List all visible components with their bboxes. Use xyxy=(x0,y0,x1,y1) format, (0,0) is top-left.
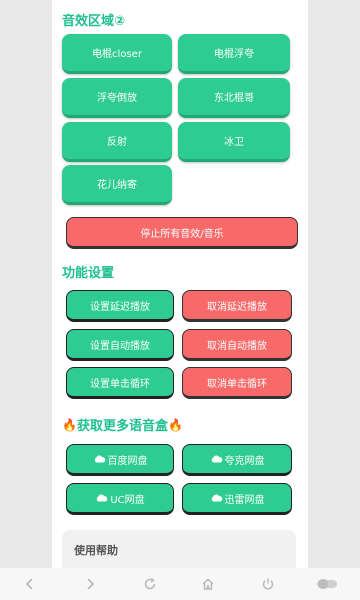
home-icon[interactable] xyxy=(200,576,216,592)
uc-disk-button[interactable]: UC网盘 xyxy=(66,483,174,515)
cancel-auto-play-button[interactable]: 取消自动播放 xyxy=(182,329,292,361)
baidu-disk-label: 百度网盘 xyxy=(107,455,148,467)
cancel-delay-play-button[interactable]: 取消延迟播放 xyxy=(182,290,292,322)
bottom-nav-bar xyxy=(0,568,360,600)
effect-button-huaernaji[interactable]: 花儿纳寄 xyxy=(62,165,172,205)
quark-disk-label: 夸克网盘 xyxy=(224,455,265,467)
uc-disk-label: UC网盘 xyxy=(110,494,145,506)
cancel-click-loop-button[interactable]: 取消单击循环 xyxy=(182,367,292,399)
cloud-icon xyxy=(97,494,108,502)
effect-button-diangunfukua[interactable]: 电棍浮夸 xyxy=(178,34,290,74)
effect-button-fukuadaofang[interactable]: 浮夸倒放 xyxy=(62,78,172,118)
help-card[interactable]: 使用帮助 xyxy=(62,530,296,568)
quark-disk-button[interactable]: 夸克网盘 xyxy=(182,444,292,476)
fire-icon: 🔥 xyxy=(62,417,77,432)
forward-icon[interactable] xyxy=(82,576,98,592)
power-icon[interactable] xyxy=(260,576,276,592)
more-title-text: 获取更多语音盒 xyxy=(76,419,168,434)
fire-icon: 🔥 xyxy=(167,417,183,432)
back-icon[interactable] xyxy=(22,576,38,592)
refresh-icon[interactable] xyxy=(142,576,158,592)
toggle-icon[interactable] xyxy=(316,576,338,592)
baidu-disk-button[interactable]: 百度网盘 xyxy=(66,444,174,476)
cloud-icon xyxy=(94,455,105,463)
cloud-icon xyxy=(211,455,222,463)
effect-button-dianguncloser[interactable]: 电棍closer xyxy=(62,34,172,74)
effect-button-dongbeigunge[interactable]: 东北棍哥 xyxy=(178,78,290,118)
xunlei-disk-button[interactable]: 迅雷网盘 xyxy=(182,483,292,515)
more-section-title: 🔥 获取更多语音盒 🔥 xyxy=(62,415,183,435)
set-delay-play-button[interactable]: 设置延迟播放 xyxy=(66,290,174,322)
set-auto-play-button[interactable]: 设置自动播放 xyxy=(66,329,174,361)
set-click-loop-button[interactable]: 设置单击循环 xyxy=(66,367,174,399)
xunlei-disk-label: 迅雷网盘 xyxy=(224,494,265,506)
effect-button-fanshe[interactable]: 反射 xyxy=(62,122,172,162)
help-title: 使用帮助 xyxy=(74,544,118,557)
settings-section-title: 功能设置 xyxy=(62,266,115,281)
effect-button-bingwei[interactable]: 冰卫 xyxy=(178,122,290,162)
main-panel: 音效区域② 电棍closer 电棍浮夸 浮夸倒放 东北棍哥 反射 冰卫 花儿纳寄… xyxy=(52,0,308,568)
stop-all-button[interactable]: 停止所有音效/音乐 xyxy=(66,217,298,249)
cloud-icon xyxy=(211,494,222,502)
effects-section-title: 音效区域② xyxy=(62,14,126,29)
